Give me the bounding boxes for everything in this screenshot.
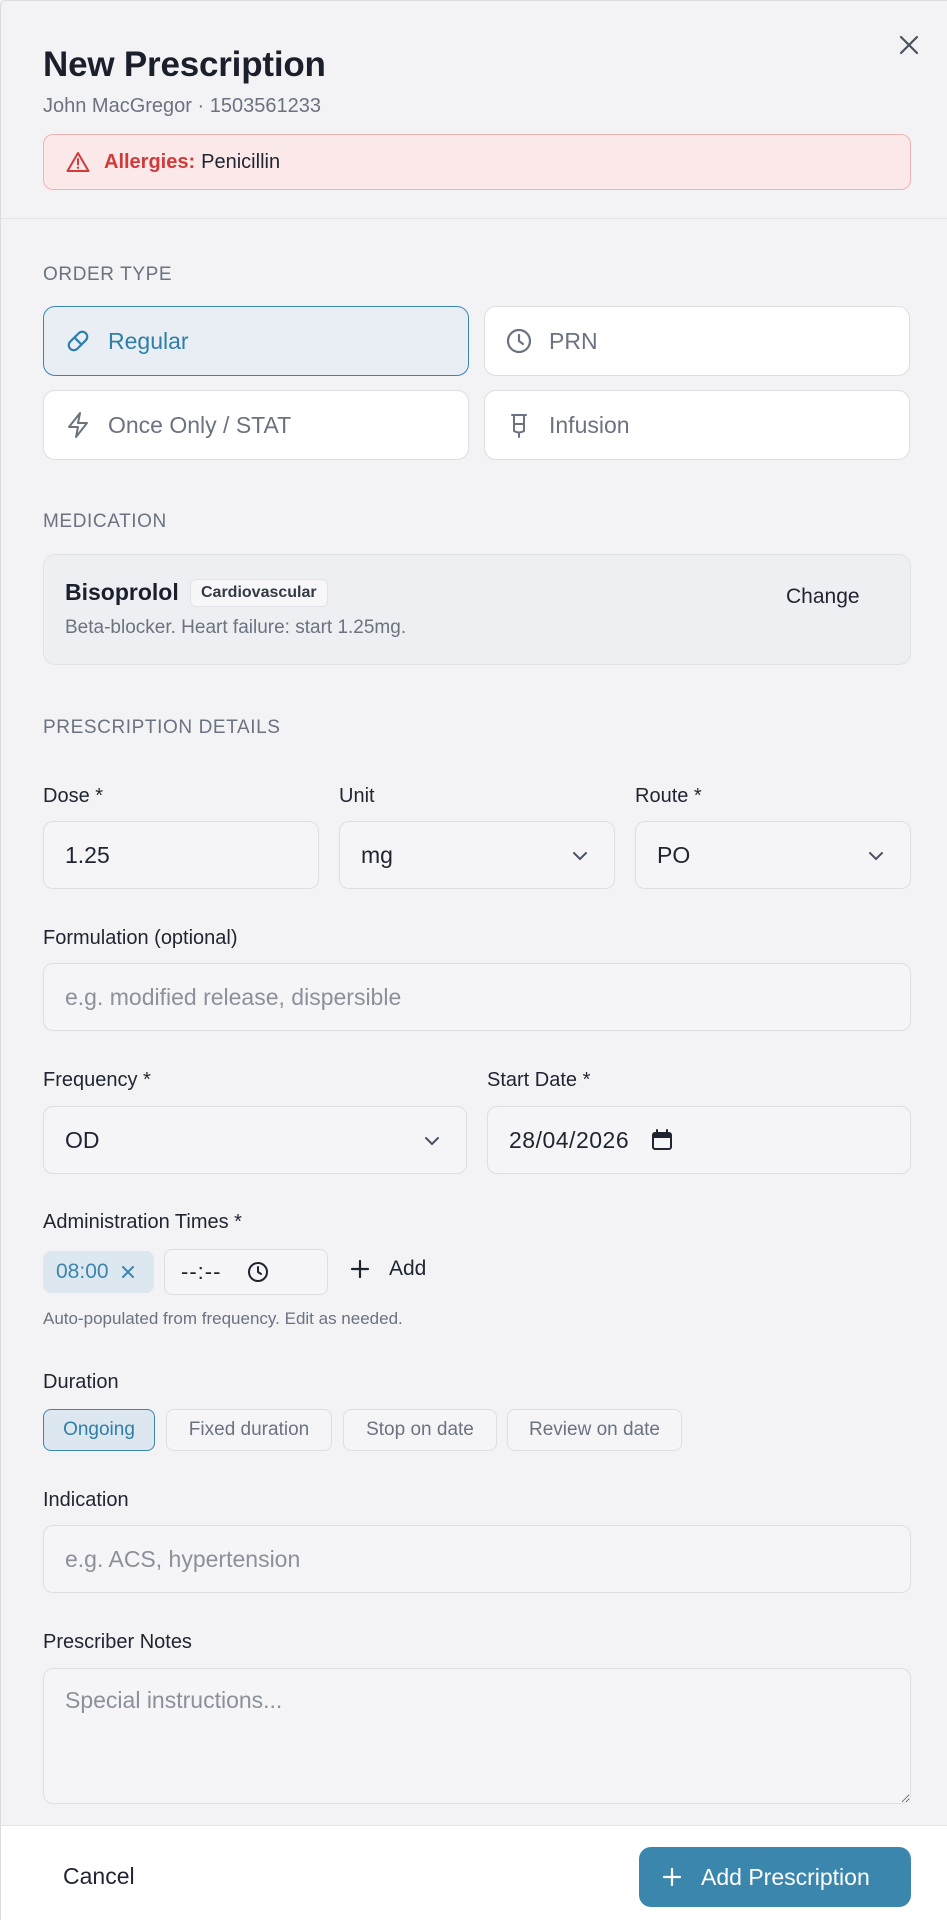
duration-review-on-date[interactable]: Review on date [507,1409,682,1451]
chevron-down-icon [425,1137,439,1146]
unit-label: Unit [339,785,375,807]
route-label: Route * [635,785,702,807]
formulation-placeholder: e.g. modified release, dispersible [65,983,402,1010]
close-button[interactable] [891,27,927,63]
start-date-value: 28/04/2026 [509,1126,630,1153]
admin-times-label: Administration Times * [43,1211,242,1233]
order-type-regular[interactable]: Regular [43,306,469,376]
duration-label: Duration [43,1371,119,1393]
lightning-icon [68,412,88,438]
admin-time-value: 08:00 [56,1260,109,1283]
frequency-select[interactable]: OD [43,1106,467,1174]
add-time-button[interactable]: Add [349,1257,426,1281]
duration-fixed[interactable]: Fixed duration [166,1409,332,1451]
add-prescription-label: Add Prescription [701,1863,870,1890]
time-placeholder: --:-- [181,1259,222,1284]
admin-time-input[interactable]: --:-- [164,1249,328,1295]
add-time-label: Add [389,1257,427,1280]
indication-placeholder: e.g. ACS, hypertension [65,1545,301,1572]
route-select[interactable]: PO [635,821,911,889]
dose-label: Dose * [43,785,104,807]
allergy-value: Penicillin [201,150,281,173]
unit-value: mg [361,841,393,868]
clock-icon [506,328,532,354]
change-medication-button[interactable]: Change [786,585,860,609]
order-type-label: Once Only / STAT [108,411,292,438]
medication-description: Beta-blocker. Heart failure: start 1.25m… [65,617,407,638]
admin-time-chip: 08:00 [43,1251,154,1293]
formulation-input[interactable]: e.g. modified release, dispersible [43,963,911,1031]
unit-select[interactable]: mg [339,821,615,889]
infusion-bag-icon [511,414,527,438]
duration-ongoing[interactable]: Ongoing [43,1409,155,1451]
medication-heading: MEDICATION [43,511,167,532]
frequency-value: OD [65,1126,100,1153]
chevron-down-icon [869,852,883,861]
order-type-label: Regular [108,327,189,354]
order-type-infusion[interactable]: Infusion [484,390,910,460]
calendar-icon[interactable] [651,1129,673,1151]
route-value: PO [657,841,691,868]
warning-icon [66,152,90,172]
start-date-input[interactable]: 28/04/2026 [487,1106,911,1174]
formulation-label: Formulation (optional) [43,927,238,949]
order-type-prn[interactable]: PRN [484,306,910,376]
order-type-label: Infusion [549,411,630,438]
remove-time-icon[interactable] [121,1265,135,1279]
medication-category-badge: Cardiovascular [190,579,328,607]
allergy-banner: Allergies: Penicillin [43,134,911,190]
dose-value: 1.25 [65,841,110,868]
order-type-stat[interactable]: Once Only / STAT [43,390,469,460]
indication-input[interactable]: e.g. ACS, hypertension [43,1525,911,1593]
modal-header: New Prescription John MacGregor · 150356… [1,1,947,219]
patient-info: John MacGregor · 1503561233 [43,95,321,117]
prescription-details-heading: PRESCRIPTION DETAILS [43,717,281,738]
allergy-label: Allergies: [104,150,196,173]
admin-times-help: Auto-populated from frequency. Edit as n… [43,1309,403,1328]
dose-input[interactable]: 1.25 [43,821,319,889]
cancel-button[interactable]: Cancel [63,1863,135,1890]
plus-icon [350,1259,370,1279]
chevron-down-icon [573,852,587,861]
duration-stop-on-date[interactable]: Stop on date [343,1409,497,1451]
close-icon [899,35,919,55]
order-type-heading: ORDER TYPE [43,264,173,285]
prescriber-notes-textarea[interactable] [43,1668,911,1804]
clock-icon[interactable] [247,1261,269,1283]
frequency-label: Frequency * [43,1069,151,1091]
page-title: New Prescription [43,45,326,84]
notes-label: Prescriber Notes [43,1631,192,1653]
indication-label: Indication [43,1489,129,1511]
prescription-modal: New Prescription John MacGregor · 150356… [0,0,947,1920]
medication-name: Bisoprolol [65,579,179,605]
plus-icon [662,1867,682,1887]
pill-icon [67,330,89,352]
order-type-label: PRN [549,327,598,354]
start-date-label: Start Date * [487,1069,591,1091]
medication-card: Bisoprolol Cardiovascular Beta-blocker. … [43,554,911,665]
add-prescription-button[interactable]: Add Prescription [639,1847,911,1907]
